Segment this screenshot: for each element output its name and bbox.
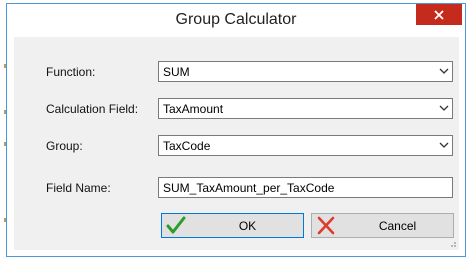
- field-name-label: Field Name:: [46, 181, 111, 195]
- group-select-value: TaxCode: [163, 139, 211, 153]
- calculation-field-select[interactable]: TaxAmount: [158, 98, 453, 119]
- dialog-frame: Group Calculator Function: SUM Calculati…: [6, 3, 466, 257]
- field-name-input[interactable]: SUM_TaxAmount_per_TaxCode: [158, 177, 453, 198]
- group-label: Group:: [46, 139, 83, 153]
- title-bar[interactable]: Group Calculator: [7, 4, 465, 37]
- calculation-field-label: Calculation Field:: [46, 102, 139, 116]
- checkmark-icon: [166, 216, 186, 234]
- cancel-button[interactable]: Cancel: [311, 213, 454, 238]
- chevron-down-icon[interactable]: [439, 141, 449, 149]
- ok-button[interactable]: OK: [161, 213, 304, 238]
- field-name-input-value: SUM_TaxAmount_per_TaxCode: [163, 181, 335, 195]
- ok-button-label: OK: [238, 219, 257, 233]
- calculation-field-select-value: TaxAmount: [163, 102, 224, 116]
- x-icon: [317, 216, 335, 235]
- group-calculator-dialog: Group Calculator Function: SUM Calculati…: [0, 0, 466, 257]
- group-select[interactable]: TaxCode: [158, 135, 453, 156]
- function-select[interactable]: SUM: [158, 61, 453, 82]
- function-label: Function:: [46, 65, 96, 79]
- close-icon: [434, 9, 444, 20]
- dialog-title: Group Calculator: [175, 11, 297, 28]
- resize-grip-icon[interactable]: [447, 238, 457, 248]
- dialog-content: Function: SUM Calculation Field: TaxAmou…: [14, 37, 459, 250]
- chevron-down-icon[interactable]: [439, 67, 449, 75]
- chevron-down-icon[interactable]: [439, 104, 449, 112]
- close-button[interactable]: [416, 4, 462, 25]
- cancel-button-label: Cancel: [378, 219, 417, 233]
- function-select-value: SUM: [163, 65, 190, 79]
